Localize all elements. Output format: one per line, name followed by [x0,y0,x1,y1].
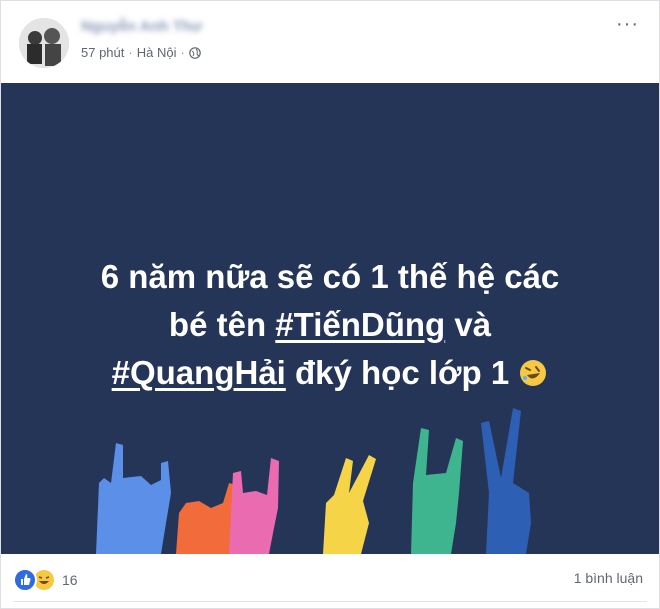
post-meta: 57 phút · Hà Nội · [81,45,201,60]
headline-line-1: 6 năm nữa sẽ có 1 thế hệ các [100,258,560,295]
reaction-count: 16 [62,572,78,588]
darkblue-hand-icon [481,408,531,554]
post-location[interactable]: Hà Nội [137,45,177,60]
post-image[interactable]: 6 năm nữa sẽ có 1 thế hệ các bé tên #Tiế… [1,83,659,554]
headline-line-2-suffix: và [445,306,492,343]
post-footer: 16 1 bình luận [1,554,659,608]
more-options-icon[interactable]: ··· [616,13,639,36]
reactions-summary[interactable]: 16 [13,568,78,592]
image-headline: 6 năm nữa sẽ có 1 thế hệ các bé tên #Tiế… [1,253,659,397]
meta-separator: · [128,45,133,60]
facebook-post: Nguyễn Anh Thư 57 phút · Hà Nội · ··· 6 … [0,0,660,609]
green-hand-icon [411,428,463,554]
hands-illustration [96,408,531,554]
globe-icon[interactable] [189,46,201,59]
footer-divider [13,601,647,602]
headline-line-2-prefix: bé tên [168,306,276,343]
post-time[interactable]: 57 phút [81,45,124,60]
blue-hand-icon [96,443,171,554]
hashtag-tiendung: #TiếnDũng [275,306,446,343]
pink-hand-icon [229,458,279,554]
yellow-hand-icon [323,455,376,554]
meta-separator-2: · [180,45,185,60]
like-icon [13,568,37,592]
comments-count-link[interactable]: 1 bình luận [574,570,643,586]
author-avatar[interactable] [19,18,69,68]
author-name[interactable]: Nguyễn Anh Thư [81,18,231,38]
headline-line-2: bé tên #TiếnDũng và [1,301,659,349]
orange-hand-icon [176,483,236,554]
